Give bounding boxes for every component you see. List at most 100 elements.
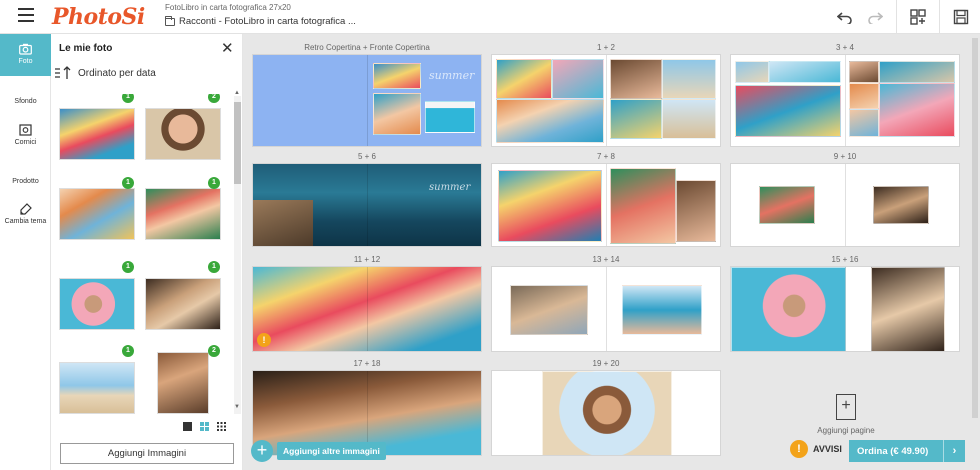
photo-usage-badge: 1 bbox=[208, 261, 220, 273]
page-photo bbox=[552, 59, 604, 99]
undo-button[interactable] bbox=[832, 4, 858, 30]
plus-icon: + bbox=[251, 440, 273, 462]
top-bar: PhotoSi FotoLibro in carta fotografica 2… bbox=[0, 0, 980, 34]
document-path[interactable]: Racconti - FotoLibro in carta fotografic… bbox=[165, 15, 356, 27]
cover-photo bbox=[373, 63, 421, 89]
photo-image bbox=[145, 278, 221, 330]
photo-thumb[interactable]: 1 bbox=[145, 177, 223, 240]
page-photo bbox=[662, 59, 716, 99]
add-images-button[interactable]: Aggiungi Immagini bbox=[60, 443, 234, 464]
grid-view-icon[interactable] bbox=[200, 422, 209, 431]
spread-19-20[interactable] bbox=[491, 370, 721, 456]
spread-fold bbox=[845, 55, 846, 146]
spread-fold bbox=[367, 267, 368, 351]
spread-13-14[interactable] bbox=[491, 266, 721, 352]
page-photo bbox=[735, 61, 769, 83]
spread-label: 9 + 10 bbox=[833, 152, 857, 161]
spread-11-12[interactable]: ! bbox=[252, 266, 482, 352]
photo-thumb[interactable]: 1 bbox=[145, 261, 223, 330]
page-photo bbox=[496, 99, 604, 143]
save-icon[interactable] bbox=[948, 4, 974, 30]
spread-cover[interactable]: summer bbox=[252, 54, 482, 147]
spread-label: 13 + 14 bbox=[592, 255, 620, 264]
spread-7-8[interactable] bbox=[491, 163, 721, 247]
photo-thumb[interactable]: 2 bbox=[145, 94, 223, 160]
spread-fold bbox=[367, 55, 368, 146]
rail-item-sfondo[interactable]: Sfondo bbox=[0, 98, 51, 105]
add-more-images-button[interactable]: + Aggiungi altre immagini bbox=[251, 440, 386, 462]
page-photo bbox=[498, 170, 602, 242]
spread-fold bbox=[606, 164, 607, 246]
spread-1-2[interactable] bbox=[491, 54, 721, 147]
photo-usage-badge: 1 bbox=[122, 94, 134, 103]
spread-3-4[interactable] bbox=[730, 54, 960, 147]
single-view-icon[interactable] bbox=[183, 422, 192, 431]
spread-fold bbox=[845, 164, 846, 246]
add-more-images-label: Aggiungi altre immagini bbox=[277, 442, 386, 460]
sort-icon bbox=[55, 66, 71, 79]
rail-item-prodotto[interactable]: Prodotto bbox=[0, 178, 51, 185]
spread-5-6[interactable]: summer bbox=[252, 163, 482, 247]
photo-grid: 1 2 1 1 1 1 1 2 bbox=[59, 94, 231, 448]
page-photo bbox=[849, 109, 879, 137]
photo-thumb[interactable]: 1 bbox=[59, 345, 137, 414]
page-photo bbox=[849, 61, 879, 83]
panel-title: Le mie foto bbox=[59, 43, 113, 54]
top-actions bbox=[830, 0, 980, 34]
photo-thumb[interactable]: 1 bbox=[59, 177, 137, 240]
book-canvas: Retro Copertina + Fronte Copertina summe… bbox=[243, 34, 980, 470]
rail-item-foto[interactable]: Foto bbox=[0, 34, 51, 76]
canvas-scrollbar[interactable] bbox=[972, 38, 978, 418]
warning-icon[interactable]: ! bbox=[257, 333, 271, 347]
rail-item-label: Cambia tema bbox=[4, 218, 47, 225]
photo-thumb[interactable]: 1 bbox=[59, 261, 137, 330]
spread-9-10[interactable] bbox=[730, 163, 960, 247]
rail-item-cambia-tema[interactable]: Cambia tema bbox=[0, 203, 51, 225]
spread-label: 11 + 12 bbox=[353, 255, 381, 264]
spread-label: 15 + 16 bbox=[831, 255, 859, 264]
rail-item-cornici[interactable]: Cornici bbox=[0, 124, 51, 146]
add-page-icon: + bbox=[836, 394, 856, 420]
small-grid-view-icon[interactable] bbox=[217, 422, 226, 431]
menu-icon[interactable] bbox=[18, 8, 34, 22]
spread-label: 3 + 4 bbox=[835, 43, 854, 52]
frame-icon bbox=[19, 124, 32, 136]
photo-image bbox=[157, 352, 209, 414]
spread-label: 1 + 2 bbox=[596, 43, 615, 52]
panel-scrollbar[interactable] bbox=[234, 96, 241, 414]
photo-image bbox=[59, 108, 135, 160]
page-photo bbox=[610, 59, 662, 99]
photo-panel: Le mie foto ✕ Ordinato per data 1 2 1 1 … bbox=[51, 34, 243, 470]
photo-usage-badge: 1 bbox=[122, 345, 134, 357]
page-photo bbox=[873, 186, 929, 224]
order-label: Ordina (€ 49.90) bbox=[857, 445, 929, 457]
spread-fold bbox=[606, 267, 607, 351]
layout-grid-button[interactable] bbox=[905, 4, 931, 30]
sort-control[interactable]: Ordinato per data bbox=[54, 66, 156, 80]
photo-usage-badge: 1 bbox=[208, 177, 220, 189]
page-photo bbox=[759, 186, 815, 224]
page-photo bbox=[610, 99, 662, 139]
add-pages-button[interactable]: + Aggiungi pagine bbox=[811, 394, 881, 435]
order-button[interactable]: Ordina (€ 49.90) › bbox=[849, 440, 965, 462]
photo-usage-badge: 1 bbox=[122, 177, 134, 189]
page-photo bbox=[871, 267, 945, 351]
spread-label: 5 + 6 bbox=[357, 152, 376, 161]
redo-button[interactable] bbox=[862, 4, 888, 30]
spread-15-16[interactable] bbox=[730, 266, 960, 352]
document-title: FotoLibro in carta fotografica 27x20 bbox=[165, 3, 291, 12]
spread-label: 19 + 20 bbox=[592, 359, 620, 368]
toolbar-divider bbox=[896, 0, 897, 34]
page-photo bbox=[879, 61, 955, 83]
photo-image bbox=[59, 188, 135, 240]
photo-thumb[interactable]: 2 bbox=[145, 345, 223, 414]
scroll-down-icon[interactable]: ▼ bbox=[234, 404, 240, 410]
alerts-button[interactable]: ! AVVISI bbox=[790, 440, 842, 458]
page-photo bbox=[735, 85, 841, 137]
view-toggles bbox=[183, 422, 226, 431]
close-icon[interactable]: ✕ bbox=[221, 39, 234, 57]
spread-title-text: summer bbox=[429, 182, 471, 193]
rail-item-label: Foto bbox=[18, 58, 33, 65]
alerts-label: AVVISI bbox=[813, 444, 842, 454]
photo-thumb[interactable]: 1 bbox=[59, 94, 137, 160]
